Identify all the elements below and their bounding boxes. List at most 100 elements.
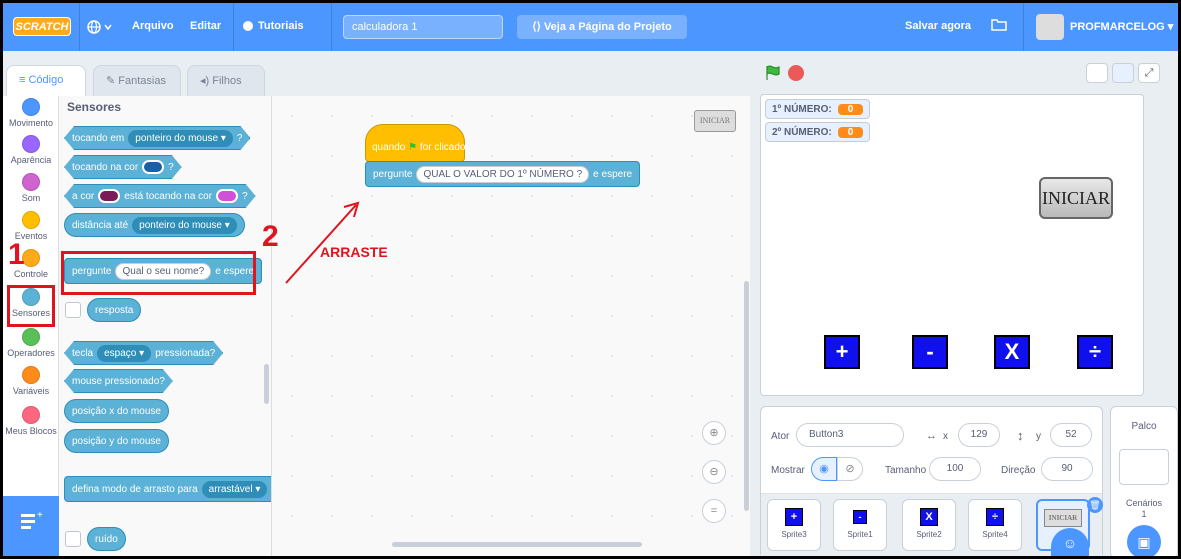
direction-input[interactable]: 90 (1041, 457, 1093, 481)
sprite-thumbnail: + (785, 508, 803, 526)
block-ask-and-wait-placed[interactable]: pergunte QUAL O VALOR DO 1º NÚMERO ? e e… (365, 161, 641, 187)
direction-label: Direção (1001, 465, 1036, 476)
size-input[interactable]: 100 (929, 457, 981, 481)
delete-sprite-icon[interactable]: 🗑 (1087, 497, 1103, 513)
block-distance-to[interactable]: distância até ponteiro do mouse ▾ (64, 213, 245, 237)
block-color-touching-color[interactable]: a cor está tocando na cor ? (64, 184, 256, 208)
scratch-logo[interactable]: SCRATCH (13, 17, 71, 36)
category-dot-icon (22, 366, 40, 384)
block-mouse-y[interactable]: posição y do mouse (64, 429, 169, 453)
hide-eye-icon[interactable]: ⊘ (837, 457, 863, 481)
category-dot-icon (22, 173, 40, 191)
minus-button-sprite[interactable]: - (912, 335, 948, 369)
zoom-in-icon[interactable]: ⊕ (702, 421, 726, 445)
see-project-page-button[interactable]: ⟨⟩ Veja a Página do Projeto (517, 15, 687, 39)
block-set-drag-mode[interactable]: defina modo de arrasto para arrastável ▾ (64, 476, 271, 502)
small-stage-icon[interactable] (1086, 63, 1108, 83)
sprite-tile[interactable]: ÷ Sprite4 (968, 499, 1022, 551)
category-eventos[interactable]: Eventos (3, 211, 59, 241)
block-text: tocando na cor (72, 161, 139, 173)
add-backdrop-icon[interactable]: ▣ (1127, 525, 1161, 559)
category-label: Som (21, 193, 41, 203)
category-meus-blocos[interactable]: Meus Blocos (3, 406, 59, 436)
zoom-reset-icon[interactable]: = (702, 499, 726, 523)
category-aparência[interactable]: Aparência (3, 135, 59, 165)
file-menu[interactable]: Arquivo (132, 20, 174, 32)
category-som[interactable]: Som (3, 173, 59, 203)
category-label: Movimento (8, 118, 53, 128)
sprite-thumbnail: INICIAR (1044, 509, 1082, 527)
x-input[interactable]: 129 (958, 423, 1000, 447)
plus-button-sprite[interactable]: + (824, 335, 860, 369)
color-swatch[interactable] (98, 189, 120, 203)
tab-sounds[interactable]: ◂) Filhos (187, 65, 265, 97)
loudness-checkbox[interactable] (65, 531, 81, 547)
separator (1023, 3, 1024, 51)
block-mouse-down[interactable]: mouse pressionado? (64, 369, 173, 393)
monitor-second-number: 2º NÚMERO: 0 (765, 122, 871, 142)
dropdown-value[interactable]: espaço (104, 348, 136, 359)
divide-button-sprite[interactable]: ÷ (1077, 335, 1113, 369)
block-key-pressed[interactable]: tecla espaço ▾ pressionada? (64, 341, 223, 365)
user-menu[interactable]: PROFMARCELOG ▾ (1070, 20, 1173, 33)
tab-code[interactable]: ≡ Código (6, 65, 86, 98)
edit-menu[interactable]: Editar (190, 20, 221, 32)
answer-checkbox[interactable] (65, 302, 81, 318)
sprite-tile[interactable]: - Sprite1 (833, 499, 887, 551)
tab-costumes[interactable]: ✎ Fantasias (93, 65, 181, 97)
sprite-tile[interactable]: X Sprite2 (902, 499, 956, 551)
block-touching[interactable]: tocando em ponteiro do mouse ▾ ? (64, 126, 250, 150)
block-touching-color[interactable]: tocando na cor ? (64, 155, 182, 179)
palette-heading: Sensores (67, 100, 122, 114)
tutorials-button[interactable]: Tutoriais (243, 20, 304, 32)
stage-selector[interactable]: Palco Cenários 1 ▣ (1110, 406, 1178, 559)
dropdown-value[interactable]: arrastável (209, 484, 253, 495)
color-swatch[interactable] (216, 189, 238, 203)
color-swatch[interactable] (142, 160, 164, 174)
monitor-label: 1º NÚMERO: (772, 103, 832, 115)
ask-text-input[interactable]: QUAL O VALOR DO 1º NÚMERO ? (416, 165, 590, 183)
block-palette: Sensores tocando em ponteiro do mouse ▾ … (59, 96, 272, 559)
zoom-out-icon[interactable]: ⊖ (702, 460, 726, 484)
large-stage-icon[interactable] (1112, 63, 1134, 83)
block-when-flag-clicked[interactable]: quando ⚑ for clicado (365, 124, 465, 162)
dropdown-value[interactable]: ponteiro do mouse (139, 220, 222, 231)
add-extension-button[interactable]: + (3, 496, 59, 556)
times-button-sprite[interactable]: X (994, 335, 1030, 369)
sprite-thumbnail: ÷ (986, 508, 1004, 526)
show-eye-icon[interactable]: ◉ (811, 457, 837, 481)
avatar[interactable] (1036, 14, 1064, 40)
folder-icon[interactable] (991, 16, 1007, 35)
add-sprite-icon[interactable]: ☺ (1051, 528, 1089, 559)
stage-thumbnail[interactable] (1119, 449, 1169, 485)
stage[interactable]: 1º NÚMERO: 0 2º NÚMERO: 0 INICIAR + - X … (760, 94, 1144, 396)
language-icon[interactable] (87, 20, 113, 37)
separator (79, 3, 80, 51)
project-title-input[interactable]: calculadora 1 (343, 15, 503, 39)
block-mouse-x[interactable]: posição x do mouse (64, 399, 169, 423)
category-movimento[interactable]: Movimento (3, 98, 59, 128)
sprite-label: Ator (771, 431, 790, 442)
sprite-name-input[interactable]: Button3 (796, 423, 904, 447)
workspace-vscrollbar[interactable] (744, 281, 749, 511)
workspace-hscrollbar[interactable] (392, 542, 642, 547)
green-flag-icon[interactable] (764, 64, 782, 82)
fullscreen-icon[interactable]: ⤢ (1138, 63, 1160, 83)
category-dot-icon (22, 211, 40, 229)
palette-scrollbar[interactable] (264, 364, 269, 404)
sprite-tile[interactable]: + Sprite3 (767, 499, 821, 551)
dropdown-value[interactable]: ponteiro do mouse (135, 133, 218, 144)
category-operadores[interactable]: Operadores (3, 328, 59, 358)
save-now-button[interactable]: Salvar agora (905, 20, 971, 32)
y-axis-icon: ↕ (1017, 428, 1024, 443)
y-input[interactable]: 52 (1050, 423, 1092, 447)
stop-icon[interactable] (788, 65, 804, 81)
start-button-sprite[interactable]: INICIAR (1039, 177, 1113, 219)
block-text: ? (242, 190, 248, 202)
block-answer[interactable]: resposta (87, 298, 142, 322)
category-variáveis[interactable]: Variáveis (3, 366, 59, 396)
category-label: Variáveis (12, 386, 50, 396)
tab-costumes-label: Fantasias (118, 75, 166, 87)
code-workspace[interactable]: quando ⚑ for clicado pergunte QUAL O VAL… (272, 96, 750, 546)
block-loudness[interactable]: ruído (87, 527, 126, 551)
